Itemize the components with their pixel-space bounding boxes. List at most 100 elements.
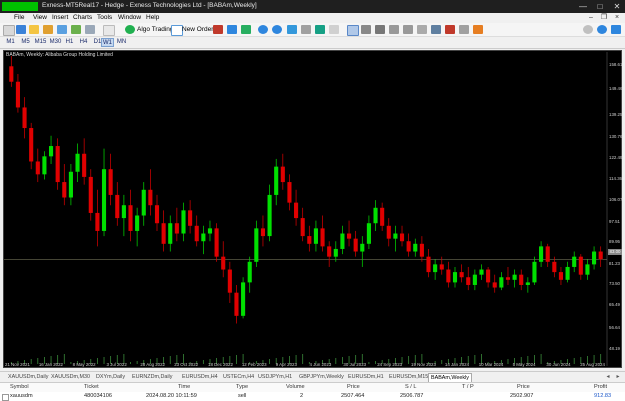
community-icon[interactable] (611, 25, 621, 34)
close-button[interactable]: ✕ (609, 1, 625, 12)
menu-view[interactable]: View (33, 14, 47, 21)
data-window-icon[interactable] (71, 25, 81, 34)
tab-eurusdm-m15[interactable]: EURUSDm,M15 (387, 373, 430, 381)
col-type[interactable]: Type (236, 384, 248, 390)
price-tick: 122.49 (609, 155, 623, 161)
title-bar: Exness-MT5Real17 - Hedge - Exness Techno… (0, 0, 625, 13)
tab-xauusdm-daily[interactable]: XAUUSDm,Daily (6, 373, 50, 381)
price-tick: 97.51 (609, 219, 620, 225)
tab-usdjpym-h1[interactable]: USDJPYm,H1 (256, 373, 294, 381)
new-chart-icon[interactable] (3, 25, 15, 36)
tabs-scroll-left-icon[interactable]: ◂ (604, 373, 612, 381)
tab-xauusdm-m30[interactable]: XAUUSDm,M30 (49, 373, 92, 381)
vertical-line-icon[interactable] (375, 25, 385, 34)
time-tick: 8 May 2022 (72, 362, 96, 367)
tile-windows-icon[interactable] (287, 25, 297, 34)
col-profit[interactable]: Profit (594, 384, 607, 390)
price-tick: 48.19 (609, 346, 620, 352)
chart-restore-icon[interactable]: ❐ (599, 13, 609, 23)
price-tick: 65.49 (609, 301, 620, 307)
strategy-tester-icon[interactable] (85, 25, 95, 34)
channel-icon[interactable] (417, 25, 427, 34)
chart-tabs: XAUUSDm,Daily XAUUSDm,M30 DXYm,Daily EUR… (0, 371, 625, 382)
time-tick: 25 Aug 2024 (580, 362, 605, 367)
tab-gbpjpym-weekly[interactable]: GBPJPYm,Weekly (297, 373, 346, 381)
fibonacci-icon[interactable] (431, 25, 441, 34)
cell-type: sell (238, 393, 247, 399)
tab-eurnzdm-daily[interactable]: EURNZDm,Daily (130, 373, 174, 381)
position-icon (2, 394, 9, 401)
new-order-button[interactable]: New Order (182, 26, 213, 33)
col-tp[interactable]: T / P (462, 384, 474, 390)
tab-dxym-daily[interactable]: DXYm,Daily (94, 373, 127, 381)
algo-trading-icon[interactable] (125, 25, 135, 34)
chart-close-icon[interactable]: × (612, 13, 622, 23)
col-ticket[interactable]: Ticket (84, 384, 99, 390)
profiles-icon[interactable] (16, 25, 26, 34)
chart-minimize-icon[interactable]: – (586, 13, 596, 23)
shapes-icon[interactable] (445, 25, 455, 34)
tab-eurusdm-h4[interactable]: EURUSDm,H4 (180, 373, 220, 381)
col-sl[interactable]: S / L (405, 384, 417, 390)
tab-babam-weekly[interactable]: BABAm,Weekly (428, 373, 472, 382)
menu-window[interactable]: Window (118, 14, 141, 21)
menu-help[interactable]: Help (146, 14, 159, 21)
cursor-icon[interactable] (347, 25, 359, 36)
timeframe-w1[interactable]: W1 (101, 38, 114, 47)
crosshair-icon[interactable] (361, 25, 371, 34)
timeframe-h4[interactable]: H4 (77, 38, 90, 47)
chart-window[interactable] (3, 50, 622, 368)
col-symbol[interactable]: Symbol (10, 384, 29, 390)
search-icon[interactable] (583, 25, 593, 34)
zoom-in-icon[interactable] (258, 25, 268, 34)
col-current-price[interactable]: Price (517, 384, 530, 390)
timeframe-bar: M1 M5 M15 M30 H1 H4 D1 W1 MN (0, 37, 625, 49)
timeframe-m30[interactable]: M30 (48, 38, 63, 47)
autoscroll-icon[interactable] (315, 25, 325, 34)
market-watch-icon[interactable] (29, 25, 39, 34)
table-row[interactable]: xauusdm 480034106 2024.08.20 10:11:59 se… (0, 392, 625, 401)
tabs-scroll-right-icon[interactable]: ▸ (614, 373, 622, 381)
toolbox-icon[interactable] (57, 25, 67, 34)
tab-eurusdm-h1[interactable]: EURUSDm,H1 (346, 373, 386, 381)
timeframe-mn[interactable]: MN (115, 38, 128, 47)
timeframe-m15[interactable]: M15 (33, 38, 48, 47)
text-icon[interactable] (459, 25, 469, 34)
price-tick: 73.50 (609, 281, 620, 287)
chart-caption: BABAm, Weekly: Alibaba Group Holding Lim… (6, 52, 113, 58)
scroll-chart-icon[interactable] (301, 25, 311, 34)
timeframe-m5[interactable]: M5 (19, 38, 32, 47)
menu-file[interactable]: File (14, 14, 24, 21)
menu-insert[interactable]: Insert (52, 14, 68, 21)
indicators-icon[interactable] (329, 25, 339, 34)
bar-chart-icon[interactable] (227, 25, 237, 34)
time-tick: 23 Oct 2022 (174, 362, 199, 367)
arrows-icon[interactable] (473, 25, 483, 34)
ide-icon[interactable] (103, 25, 115, 36)
col-volume[interactable]: Volume (286, 384, 305, 390)
horizontal-line-icon[interactable] (389, 25, 399, 34)
minimize-button[interactable]: — (575, 1, 591, 12)
account-icon[interactable] (597, 25, 607, 34)
time-tick: 24 Sep 2023 (377, 362, 403, 367)
tab-ustecm-h4[interactable]: USTECm,H4 (221, 373, 256, 381)
time-tick: 3 Jul 2022 (106, 362, 127, 367)
zoom-out-icon[interactable] (272, 25, 282, 34)
menu-tools[interactable]: Tools (97, 14, 112, 21)
price-tick: 106.07 (609, 197, 623, 203)
depth-of-market-icon[interactable] (213, 25, 223, 34)
candlestick-icon[interactable] (241, 25, 251, 34)
navigator-icon[interactable] (43, 25, 53, 34)
timeframe-h1[interactable]: H1 (63, 38, 76, 47)
menu-charts[interactable]: Charts (73, 14, 92, 21)
timeframe-m1[interactable]: M1 (4, 38, 17, 47)
col-time[interactable]: Time (178, 384, 190, 390)
trendline-icon[interactable] (403, 25, 413, 34)
price-tick: 130.76 (609, 133, 623, 139)
algo-trading-button[interactable]: Algo Trading (137, 26, 174, 33)
cell-price: 2507.464 (341, 393, 365, 399)
toolbar: Algo Trading New Order (0, 23, 625, 37)
col-price[interactable]: Price (347, 384, 360, 390)
maximize-button[interactable]: □ (592, 1, 608, 12)
time-tick: 19 Nov 2023 (411, 362, 436, 367)
